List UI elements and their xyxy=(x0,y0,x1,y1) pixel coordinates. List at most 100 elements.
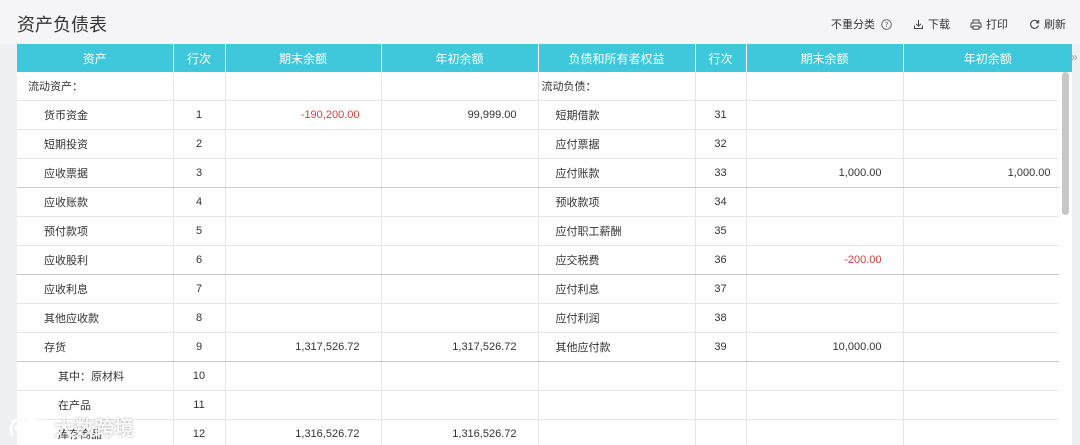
liability-line: 33 xyxy=(695,158,747,188)
asset-line: 4 xyxy=(173,187,226,217)
table-row: 应收票据 3 应付账款 33 1,000.00 1,000.00 xyxy=(17,158,1072,188)
asset-name: 流动资产： xyxy=(17,72,174,101)
print-label: 打印 xyxy=(986,19,1008,31)
liability-name: 应交税费 xyxy=(538,245,696,275)
asset-beginning[interactable] xyxy=(381,274,539,304)
asset-beginning[interactable] xyxy=(381,303,539,333)
table-row: 应收股利 6 应交税费 36 -200.00 xyxy=(17,245,1072,275)
help-icon[interactable]: ? xyxy=(880,18,892,30)
asset-ending[interactable] xyxy=(225,274,382,304)
asset-line: 2 xyxy=(173,129,226,159)
asset-name: 应收票据 xyxy=(17,158,174,188)
table-row: 其中：原材料 10 xyxy=(17,361,1072,391)
double-chevron-right-icon[interactable]: » xyxy=(1071,50,1078,64)
asset-beginning[interactable] xyxy=(381,361,539,391)
liability-ending[interactable] xyxy=(746,187,904,217)
liability-ending[interactable] xyxy=(746,274,904,304)
liability-beginning[interactable] xyxy=(903,419,1072,445)
liability-beginning[interactable] xyxy=(903,390,1072,420)
balance-sheet-table: 资产 行次 期末余额 年初余额 负债和所有者权益 行次 期末余额 年初余额 流动… xyxy=(17,44,1072,445)
asset-beginning[interactable] xyxy=(381,72,539,101)
asset-ending[interactable] xyxy=(225,158,382,188)
page-title: 资产负债表 xyxy=(17,15,107,36)
download-button[interactable]: 下载 xyxy=(912,16,950,32)
liability-line: 35 xyxy=(695,216,747,246)
liability-ending[interactable] xyxy=(746,72,904,101)
asset-ending[interactable] xyxy=(225,72,382,101)
liability-name: 流动负债： xyxy=(538,72,696,101)
asset-line: 12 xyxy=(173,419,226,445)
asset-name: 存货 xyxy=(17,332,174,362)
table-row: 应收利息 7 应付利息 37 xyxy=(17,274,1072,304)
asset-beginning[interactable] xyxy=(381,245,539,275)
asset-beginning[interactable] xyxy=(381,216,539,246)
table-row: 库存商品 12 1,316,526.72 1,316,526.72 xyxy=(17,419,1072,445)
table-row: 流动资产： 流动负债： xyxy=(17,72,1072,101)
liability-beginning[interactable] xyxy=(903,274,1072,304)
liability-ending[interactable] xyxy=(746,361,904,391)
asset-beginning[interactable] xyxy=(381,390,539,420)
liability-beginning[interactable] xyxy=(903,187,1072,217)
no-split-toggle[interactable]: 不重分类 ? xyxy=(831,16,892,32)
asset-ending[interactable] xyxy=(225,303,382,333)
liability-ending[interactable]: 1,000.00 xyxy=(746,158,904,188)
asset-ending[interactable]: -190,200.00 xyxy=(225,100,382,130)
liability-name: 应付职工薪酬 xyxy=(538,216,696,246)
liability-ending[interactable] xyxy=(746,303,904,333)
asset-beginning[interactable]: 1,316,526.72 xyxy=(381,419,539,445)
liability-beginning[interactable] xyxy=(903,100,1072,130)
asset-line: 7 xyxy=(173,274,226,304)
asset-name: 预付款项 xyxy=(17,216,174,246)
liability-ending[interactable] xyxy=(746,390,904,420)
asset-ending[interactable]: 1,317,526.72 xyxy=(225,332,382,362)
table-row: 其他应收款 8 应付利润 38 xyxy=(17,303,1072,333)
liability-beginning[interactable] xyxy=(903,332,1072,362)
liability-ending[interactable]: -200.00 xyxy=(746,245,904,275)
asset-ending[interactable] xyxy=(225,245,382,275)
liability-beginning[interactable] xyxy=(903,245,1072,275)
asset-line xyxy=(173,72,226,101)
asset-ending[interactable] xyxy=(225,129,382,159)
download-label: 下载 xyxy=(928,19,950,31)
asset-ending[interactable] xyxy=(225,216,382,246)
asset-ending[interactable] xyxy=(225,187,382,217)
asset-beginning[interactable] xyxy=(381,129,539,159)
liability-ending[interactable] xyxy=(746,100,904,130)
liability-line xyxy=(695,361,747,391)
asset-beginning[interactable]: 1,317,526.72 xyxy=(381,332,539,362)
liability-line: 34 xyxy=(695,187,747,217)
liability-ending[interactable] xyxy=(746,129,904,159)
toolbar: 不重分类 ? 下载 打印 刷新 xyxy=(831,16,1066,32)
liability-name: 应付账款 xyxy=(538,158,696,188)
header-line-no-2: 行次 xyxy=(695,44,747,72)
liability-name: 应付利息 xyxy=(538,274,696,304)
liability-line xyxy=(695,419,747,445)
asset-beginning[interactable] xyxy=(381,187,539,217)
liability-beginning[interactable] xyxy=(903,129,1072,159)
liability-ending[interactable] xyxy=(746,216,904,246)
liability-line: 37 xyxy=(695,274,747,304)
scrollbar-thumb[interactable] xyxy=(1062,72,1069,215)
asset-beginning[interactable] xyxy=(381,158,539,188)
liability-ending[interactable] xyxy=(746,419,904,445)
liability-beginning[interactable]: 1,000.00 xyxy=(903,158,1072,188)
asset-line: 10 xyxy=(173,361,226,391)
liability-beginning[interactable] xyxy=(903,216,1072,246)
liability-ending[interactable]: 10,000.00 xyxy=(746,332,904,362)
asset-line: 9 xyxy=(173,332,226,362)
asset-ending[interactable] xyxy=(225,390,382,420)
liability-beginning[interactable] xyxy=(903,361,1072,391)
asset-line: 1 xyxy=(173,100,226,130)
asset-name: 货币资金 xyxy=(17,100,174,130)
asset-ending[interactable] xyxy=(225,361,382,391)
liability-beginning[interactable] xyxy=(903,72,1072,101)
asset-beginning[interactable]: 99,999.00 xyxy=(381,100,539,130)
liability-beginning[interactable] xyxy=(903,303,1072,333)
refresh-button[interactable]: 刷新 xyxy=(1028,16,1066,32)
print-button[interactable]: 打印 xyxy=(970,16,1008,32)
asset-name: 库存商品 xyxy=(17,419,174,445)
asset-ending[interactable]: 1,316,526.72 xyxy=(225,419,382,445)
asset-line: 8 xyxy=(173,303,226,333)
vertical-scrollbar[interactable] xyxy=(1059,72,1072,445)
asset-name: 在产品 xyxy=(17,390,174,420)
